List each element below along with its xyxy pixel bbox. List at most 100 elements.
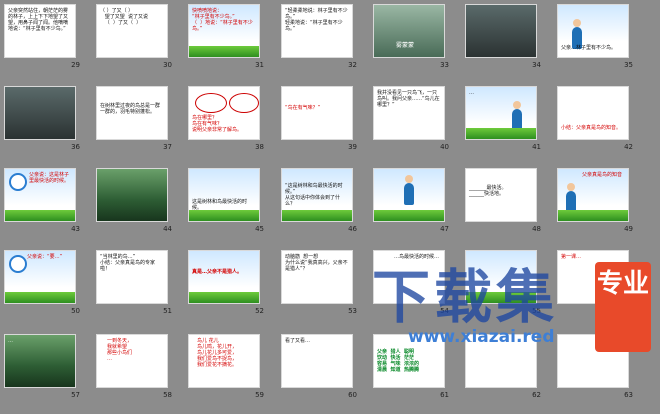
slide-number: 38 xyxy=(255,143,264,151)
slide-text: 我并没看见一只鸟飞，一只鸟叫。我问父亲……“鸟儿在哪里？” xyxy=(377,90,440,108)
slide-thumbnail[interactable] xyxy=(96,168,168,222)
slide-text: 父亲突然站住，朝茫茫的雾的林子，上上下下地望了又望，用鼻子闻了闻。他嘀嘀地说：“… xyxy=(8,8,69,32)
slide-text: 父亲说：“要…” xyxy=(27,254,63,260)
father-figure-icon xyxy=(512,101,522,131)
slide-sorter-grid: 父亲突然站住，朝茫茫的雾的林子，上上下下地望了又望，用鼻子闻了闻。他嘀嘀地说：“… xyxy=(0,0,660,414)
slide-text: 第一课… xyxy=(561,254,582,260)
slide-number: 46 xyxy=(348,225,357,233)
slide-thumbnail[interactable]: 雾蒙蒙 xyxy=(373,4,445,58)
slide-thumbnail[interactable]: … xyxy=(4,334,76,388)
slide-number: 60 xyxy=(348,391,357,399)
slide-text: … xyxy=(469,90,474,96)
slide-text: 父亲…林子里有不少鸟。 xyxy=(561,45,617,51)
slide-thumbnail[interactable]: 动脑筋 想一想 为什么说“我真高兴，父亲不是猎人”？ xyxy=(281,250,353,304)
slide-number: 29 xyxy=(71,61,80,69)
slide-text: 鸟在哪里？ 鸟在有气味？ 说明父亲非常了解鸟。 xyxy=(192,115,243,133)
slide-number: 58 xyxy=(163,391,172,399)
slide-number: 44 xyxy=(163,225,172,233)
father-figure-icon xyxy=(566,183,576,213)
slide-number: 62 xyxy=(532,391,541,399)
clock-icon xyxy=(9,255,27,273)
slide-thumbnail[interactable]: 在树林里过夜的鸟总是一群一群的，羽毛特别蓬松。 xyxy=(96,86,168,140)
slide-thumbnail[interactable]: “当林里的鸟…” 小结：父亲真是鸟的专家啦！ xyxy=(96,250,168,304)
slide-number: 33 xyxy=(440,61,449,69)
slide-text: 我知道父亲这时也最快活。 xyxy=(377,211,438,217)
slide-number: 31 xyxy=(255,61,264,69)
slide-thumbnail[interactable]: _______最快活。 ______快活地。 xyxy=(465,168,537,222)
slide-text: 一到冬天， 我就希望 那些小鸟们 … xyxy=(107,338,133,362)
slide-text: 父亲说：这是林子里最快活的时候。 xyxy=(29,172,70,184)
slide-number: 34 xyxy=(532,61,541,69)
slide-thumbnail[interactable]: 父亲说：“要…” xyxy=(4,250,76,304)
slide-number: 35 xyxy=(624,61,633,69)
slide-number: 39 xyxy=(348,143,357,151)
slide-text: 父亲真是鸟的知音 xyxy=(582,172,623,178)
slide-text: 鸟儿 花儿 鸟儿鸣，花儿开， 鸟儿花儿多可爱， 我们爱鸟不捉鸟， 我们爱花不摘花… xyxy=(197,338,238,368)
slide-number: 45 xyxy=(255,225,264,233)
watermark-url: www.xiazai.red xyxy=(408,327,555,347)
slide-thumbnail[interactable]: 这是树林和鸟最快活的时候。 xyxy=(188,168,260,222)
slide-number: 47 xyxy=(440,225,449,233)
slide-number: 50 xyxy=(71,307,80,315)
slide-thumbnail[interactable]: … xyxy=(465,86,537,140)
slide-number: 51 xyxy=(163,307,172,315)
slide-thumbnail[interactable]: 真是…父亲不是猎人。 xyxy=(188,250,260,304)
watermark-badge: 专业 xyxy=(595,262,651,352)
slide-thumbnail[interactable]: 鸟儿 花儿 鸟儿鸣，花儿开， 鸟儿花儿多可爱， 我们爱鸟不捉鸟， 我们爱花不摘花… xyxy=(188,334,260,388)
slide-text: “轻柔柔地说：林子里有不少鸟。” 轻柔地说：“林子里有不少鸟。” xyxy=(285,8,348,32)
slide-text: “当林里的鸟…” 小结：父亲真是鸟的专家啦！ xyxy=(100,254,156,272)
slide-text: 真是…父亲不是猎人。 xyxy=(192,269,243,275)
slide-number: 49 xyxy=(624,225,633,233)
slide-thumbnail[interactable]: 父亲真是鸟的知音 xyxy=(557,168,629,222)
slide-text: 在树林里过夜的鸟总是一群一群的，羽毛特别蓬松。 xyxy=(100,103,161,115)
slide-thumbnail[interactable]: 一到冬天， 我就希望 那些小鸟们 … xyxy=(96,334,168,388)
thought-bubble-icon xyxy=(195,93,227,113)
thought-bubble-icon xyxy=(229,93,259,113)
slide-thumbnail[interactable]: “这是树林和鸟最快活的时候。” 从这句话中你体会到了什么？ xyxy=(281,168,353,222)
slide-thumbnail[interactable]: 父亲说：这是林子里最快活的时候。 xyxy=(4,168,76,222)
slide-thumbnail[interactable]: 父亲突然站住，朝茫茫的雾的林子，上上下下地望了又望，用鼻子闻了闻。他嘀嘀地说：“… xyxy=(4,4,76,58)
slide-text: 这是树林和鸟最快活的时候。 xyxy=(192,199,248,211)
slide-number: 52 xyxy=(255,307,264,315)
slide-thumbnail[interactable]: 快喷喷地说： “林子里有不少鸟。” （ ）地说：“林子里有不少鸟。” xyxy=(188,4,260,58)
slide-number: 37 xyxy=(163,143,172,151)
slide-number: 53 xyxy=(348,307,357,315)
slide-thumbnail[interactable]: （ ）了又（ ） 望了又望 说了又说 （ ）了又（ ） xyxy=(96,4,168,58)
slide-thumbnail[interactable]: 我并没看见一只鸟飞，一只鸟叫。我问父亲……“鸟儿在哪里？” xyxy=(373,86,445,140)
slide-text: “鸟在有气味？” xyxy=(285,105,321,111)
slide-number: 48 xyxy=(532,225,541,233)
slide-thumbnail[interactable]: “鸟在有气味？” xyxy=(281,86,353,140)
slide-number: 40 xyxy=(440,143,449,151)
slide-text: 动脑筋 想一想 为什么说“我真高兴，父亲不是猎人”？ xyxy=(285,254,348,272)
slide-text: “这是树林和鸟最快活的时候。” 从这句话中你体会到了什么？ xyxy=(285,183,343,207)
slide-number: 41 xyxy=(532,143,541,151)
slide-thumbnail[interactable]: 我知道父亲这时也最快活。 xyxy=(373,168,445,222)
slide-text: … xyxy=(8,338,13,344)
slide-text: （ ）了又（ ） 望了又望 说了又说 （ ）了又（ ） xyxy=(100,8,148,26)
father-figure-icon xyxy=(404,175,414,205)
slide-thumbnail[interactable]: “轻柔柔地说：林子里有不少鸟。” 轻柔地说：“林子里有不少鸟。” xyxy=(281,4,353,58)
slide-number: 63 xyxy=(624,391,633,399)
slide-number: 42 xyxy=(624,143,633,151)
slide-number: 61 xyxy=(440,391,449,399)
watermark-text: 下载集 xyxy=(372,263,559,331)
slide-text: _______最快活。 ______快活地。 xyxy=(469,185,507,197)
slide-text: 雾蒙蒙 xyxy=(396,42,415,49)
slide-thumbnail[interactable] xyxy=(465,4,537,58)
slide-number: 57 xyxy=(71,391,80,399)
slide-number: 32 xyxy=(348,61,357,69)
slide-thumbnail[interactable]: 父亲…林子里有不少鸟。 xyxy=(557,4,629,58)
slide-text: 父亲 猎人 聪明 饮动 快活 茫茫 容易 气味 浓浓的 清晨 知道 热腾腾 xyxy=(377,349,419,373)
slide-number: 59 xyxy=(255,391,264,399)
slide-text: 快喷喷地说： “林子里有不少鸟。” （ ）地说：“林子里有不少鸟。” xyxy=(192,8,253,32)
clock-icon xyxy=(9,173,27,191)
slide-text: 看了又看… xyxy=(285,338,311,344)
slide-thumbnail[interactable]: 小结：父亲真是鸟的知音。 xyxy=(557,86,629,140)
slide-thumbnail[interactable]: 鸟在哪里？ 鸟在有气味？ 说明父亲非常了解鸟。 xyxy=(188,86,260,140)
slide-number: 36 xyxy=(71,143,80,151)
slide-number: 43 xyxy=(71,225,80,233)
slide-text: 小结：父亲真是鸟的知音。 xyxy=(561,125,622,131)
slide-thumbnail[interactable]: 看了又看… xyxy=(281,334,353,388)
slide-thumbnail[interactable] xyxy=(4,86,76,140)
slide-number: 30 xyxy=(163,61,172,69)
